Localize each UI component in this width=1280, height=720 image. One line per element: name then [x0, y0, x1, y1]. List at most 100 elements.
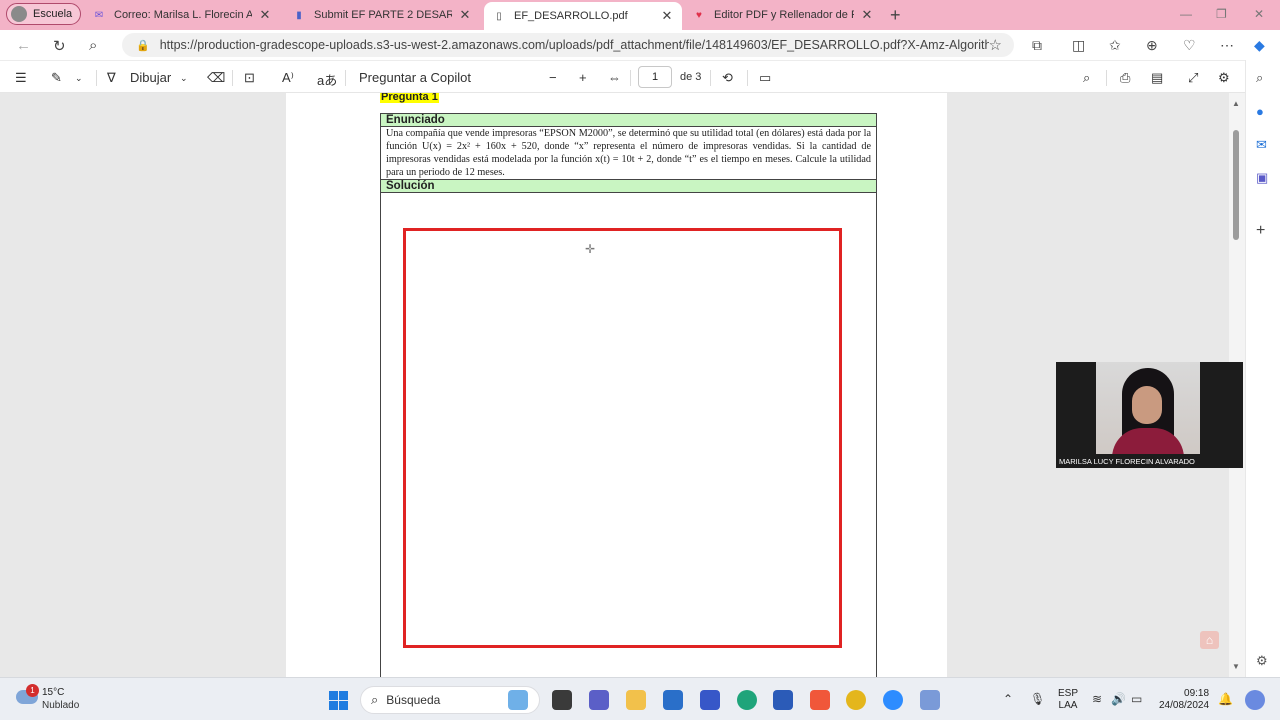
favorites-icon[interactable]: ✩: [1109, 37, 1121, 54]
tab-strip: Escuela ✉ Correo: Marilsa L. Florecin Al…: [0, 0, 1280, 30]
chrome-icon[interactable]: [846, 690, 866, 710]
sidebar-settings-icon[interactable]: ⚙: [1256, 653, 1268, 669]
rotate-icon[interactable]: ⟲: [722, 70, 733, 86]
teams-icon[interactable]: ▣: [1256, 170, 1268, 186]
more-options-icon[interactable]: ⋯: [1220, 37, 1234, 54]
print-icon[interactable]: ⎙: [1120, 70, 1130, 86]
minimize-icon[interactable]: —: [1180, 7, 1192, 21]
weather-condition: Nublado: [42, 700, 80, 711]
close-tab-icon[interactable]: ✕: [258, 7, 272, 23]
address-bar-row: ← ↻ ⌕ 🔒 https://production-gradescope-up…: [0, 30, 1280, 60]
url-field[interactable]: 🔒 https://production-gradescope-uploads.…: [122, 33, 1014, 57]
task-view-icon[interactable]: [552, 690, 572, 710]
browser-essentials-icon[interactable]: ♡: [1183, 37, 1196, 54]
edge-icon[interactable]: [737, 690, 757, 710]
wifi-icon[interactable]: ≋: [1092, 692, 1102, 706]
notifications-icon[interactable]: 🔔: [1218, 692, 1233, 706]
battery-icon[interactable]: ▭: [1131, 692, 1142, 706]
highlight-icon[interactable]: ✎: [51, 70, 62, 86]
scrollbar-thumb[interactable]: [1233, 130, 1239, 240]
video-call-overlay[interactable]: MARILSA LUCY FLORECIN ALVARADO: [1056, 362, 1243, 468]
pdf-page: Pregunta 1 Enunciado Una compañía que ve…: [286, 93, 947, 677]
word-icon[interactable]: [773, 690, 793, 710]
settings-gear-icon[interactable]: ⚙: [1218, 70, 1230, 86]
copilot-icon[interactable]: ◆: [1254, 37, 1265, 54]
clock[interactable]: 09:18 24/08/2024: [1159, 688, 1209, 712]
extensions-icon[interactable]: ⧉: [1032, 37, 1042, 54]
divider: [710, 70, 711, 86]
refresh-icon[interactable]: ↻: [53, 37, 66, 55]
page-view-icon[interactable]: ▭: [759, 70, 771, 86]
language-indicator[interactable]: ESP LAA: [1058, 688, 1078, 712]
participant-name: MARILSA LUCY FLORECIN ALVARADO: [1059, 457, 1195, 466]
copilot-tray-icon[interactable]: [1245, 690, 1265, 710]
app-icon[interactable]: [700, 690, 720, 710]
ask-copilot-button[interactable]: Preguntar a Copilot: [359, 70, 471, 85]
chevron-down-icon[interactable]: ⌄: [75, 73, 83, 84]
teams-app-icon[interactable]: [589, 690, 609, 710]
scroll-down-icon[interactable]: ▼: [1232, 662, 1240, 671]
copilot-app-icon[interactable]: [508, 690, 528, 710]
weather-temp: 15°C: [42, 687, 65, 698]
zoom-out-icon[interactable]: −: [549, 70, 557, 85]
question-label: Pregunta 1: [380, 93, 439, 103]
brave-icon[interactable]: [810, 690, 830, 710]
show-hidden-icons[interactable]: ⌃: [1003, 692, 1013, 706]
snipping-tool-icon[interactable]: [920, 690, 940, 710]
save-icon[interactable]: ▤: [1151, 70, 1163, 86]
draw-icon[interactable]: ∇: [107, 70, 116, 86]
translate-icon[interactable]: aあ: [317, 70, 337, 89]
tab-pdf-editor[interactable]: ♥ Editor PDF y Rellenador de Form ✕: [684, 2, 882, 28]
text-box-icon[interactable]: ⊡: [244, 70, 255, 86]
eraser-icon[interactable]: ⌫: [207, 70, 225, 86]
tab-submit[interactable]: ▮ Submit EF PARTE 2 DESARROLLO ✕: [284, 2, 480, 28]
gradescope-icon: ▮: [296, 9, 302, 21]
fit-width-icon[interactable]: ⇔: [608, 70, 621, 85]
close-tab-icon[interactable]: ✕: [660, 8, 674, 24]
lock-icon: 🔒: [136, 39, 150, 52]
start-button[interactable]: [329, 691, 348, 710]
mail-icon: ✉: [94, 9, 104, 21]
read-aloud-icon[interactable]: A⁾: [282, 70, 294, 86]
zoom-in-icon[interactable]: +: [579, 70, 587, 85]
find-icon[interactable]: ⌕: [1083, 70, 1090, 86]
collections-icon[interactable]: ⊕: [1146, 37, 1158, 54]
profile-avatar-icon: [11, 6, 27, 22]
favorite-star-icon[interactable]: ☆: [989, 36, 1002, 54]
search-icon[interactable]: ⌕: [1256, 70, 1263, 86]
chevron-down-icon[interactable]: ⌄: [180, 73, 188, 84]
profile-button[interactable]: Escuela: [6, 3, 82, 25]
new-tab-button[interactable]: +: [890, 5, 901, 26]
tab-label: Editor PDF y Rellenador de Form: [714, 9, 854, 21]
close-tab-icon[interactable]: ✕: [860, 7, 874, 23]
copilot-sidebar-icon[interactable]: ●: [1256, 104, 1264, 119]
tab-label: Correo: Marilsa L. Florecin Alvara: [114, 9, 252, 21]
date: 24/08/2024: [1159, 700, 1210, 711]
contents-icon[interactable]: ☰: [15, 70, 27, 86]
maximize-icon[interactable]: ❐: [1216, 7, 1227, 21]
microphone-icon[interactable]: 🎙: [1030, 692, 1045, 706]
draw-button[interactable]: Dibujar: [130, 70, 171, 85]
fullscreen-icon[interactable]: ⤢: [1188, 70, 1198, 86]
tab-ef-desarrollo[interactable]: ▯ EF_DESARROLLO.pdf ✕: [484, 2, 682, 30]
answer-box[interactable]: [403, 228, 842, 648]
file-explorer-icon[interactable]: [626, 690, 646, 710]
divider: [232, 70, 233, 86]
close-tab-icon[interactable]: ✕: [458, 7, 472, 23]
page-number-input[interactable]: 1: [638, 66, 672, 88]
pdf-editor-icon: ♥: [696, 9, 702, 21]
outlook-icon[interactable]: ✉: [1256, 137, 1267, 153]
store-icon[interactable]: [663, 690, 683, 710]
volume-icon[interactable]: 🔊: [1111, 692, 1126, 706]
tab-correo[interactable]: ✉ Correo: Marilsa L. Florecin Alvara ✕: [84, 2, 280, 28]
close-window-icon[interactable]: ✕: [1254, 7, 1264, 21]
back-icon[interactable]: ←: [16, 37, 31, 54]
url-text: https://production-gradescope-uploads.s3…: [159, 38, 989, 52]
scroll-up-icon[interactable]: ▲: [1232, 99, 1240, 108]
acrobat-icon[interactable]: ⌂: [1200, 631, 1219, 649]
search-icon[interactable]: ⌕: [89, 37, 97, 54]
pdf-file-icon: ▯: [496, 10, 502, 22]
split-screen-icon[interactable]: ◫: [1072, 37, 1085, 54]
add-sidebar-app-icon[interactable]: +: [1256, 222, 1265, 240]
zoom-icon[interactable]: [883, 690, 903, 710]
